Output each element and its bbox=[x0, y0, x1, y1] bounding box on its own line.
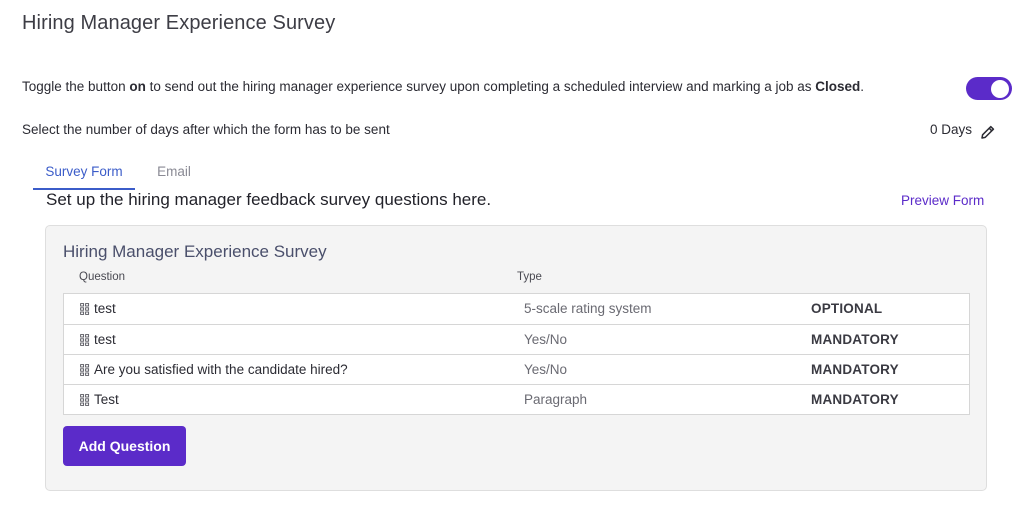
toggle-description: Toggle the button on to send out the hir… bbox=[22, 79, 864, 94]
toggle-description-end: . bbox=[860, 79, 865, 94]
toggle-description-closed: Closed bbox=[815, 79, 861, 94]
table-row[interactable]: test 5-scale rating system OPTIONAL bbox=[64, 294, 969, 324]
survey-toggle-switch[interactable] bbox=[966, 77, 1012, 100]
drag-handle-icon[interactable] bbox=[80, 334, 90, 346]
tab-survey-form[interactable]: Survey Form bbox=[33, 158, 135, 190]
question-type: Paragraph bbox=[524, 392, 588, 407]
question-text: test bbox=[94, 332, 116, 347]
question-type: Yes/No bbox=[524, 332, 568, 347]
table-row[interactable]: test Yes/No MANDATORY bbox=[64, 324, 969, 354]
tab-email[interactable]: Email bbox=[151, 158, 197, 190]
table-row[interactable]: Test Paragraph MANDATORY bbox=[64, 384, 969, 414]
add-question-button[interactable]: Add Question bbox=[63, 426, 186, 466]
question-text: Are you satisfied with the candidate hir… bbox=[94, 362, 348, 377]
question-text: Test bbox=[94, 392, 119, 407]
drag-handle-icon[interactable] bbox=[80, 364, 90, 376]
pencil-icon[interactable] bbox=[979, 123, 997, 141]
column-header-question: Question bbox=[79, 271, 126, 283]
question-requirement: MANDATORY bbox=[811, 392, 899, 407]
survey-card: Hiring Manager Experience Survey Questio… bbox=[45, 225, 987, 491]
toggle-knob bbox=[991, 79, 1009, 98]
preview-form-link[interactable]: Preview Form bbox=[901, 193, 984, 208]
days-value: 0 Days bbox=[930, 122, 973, 137]
questions-table: test 5-scale rating system OPTIONAL test… bbox=[63, 293, 970, 415]
drag-handle-icon[interactable] bbox=[80, 303, 90, 315]
page-title: Hiring Manager Experience Survey bbox=[22, 12, 336, 34]
days-label: Select the number of days after which th… bbox=[22, 122, 390, 137]
toggle-description-text-2: to send out the hiring manager experienc… bbox=[145, 79, 816, 94]
toggle-description-on: on bbox=[129, 79, 146, 94]
question-requirement: MANDATORY bbox=[811, 362, 899, 377]
toggle-description-text: Toggle the button bbox=[22, 79, 130, 94]
column-header-type: Type bbox=[517, 271, 542, 283]
table-row[interactable]: Are you satisfied with the candidate hir… bbox=[64, 354, 969, 384]
question-type: 5-scale rating system bbox=[524, 301, 652, 316]
survey-subtitle: Set up the hiring manager feedback surve… bbox=[46, 190, 492, 209]
question-requirement: OPTIONAL bbox=[811, 301, 883, 316]
drag-handle-icon[interactable] bbox=[80, 394, 90, 406]
question-requirement: MANDATORY bbox=[811, 332, 899, 347]
question-text: test bbox=[94, 301, 116, 316]
survey-card-title: Hiring Manager Experience Survey bbox=[63, 242, 327, 261]
question-type: Yes/No bbox=[524, 362, 568, 377]
